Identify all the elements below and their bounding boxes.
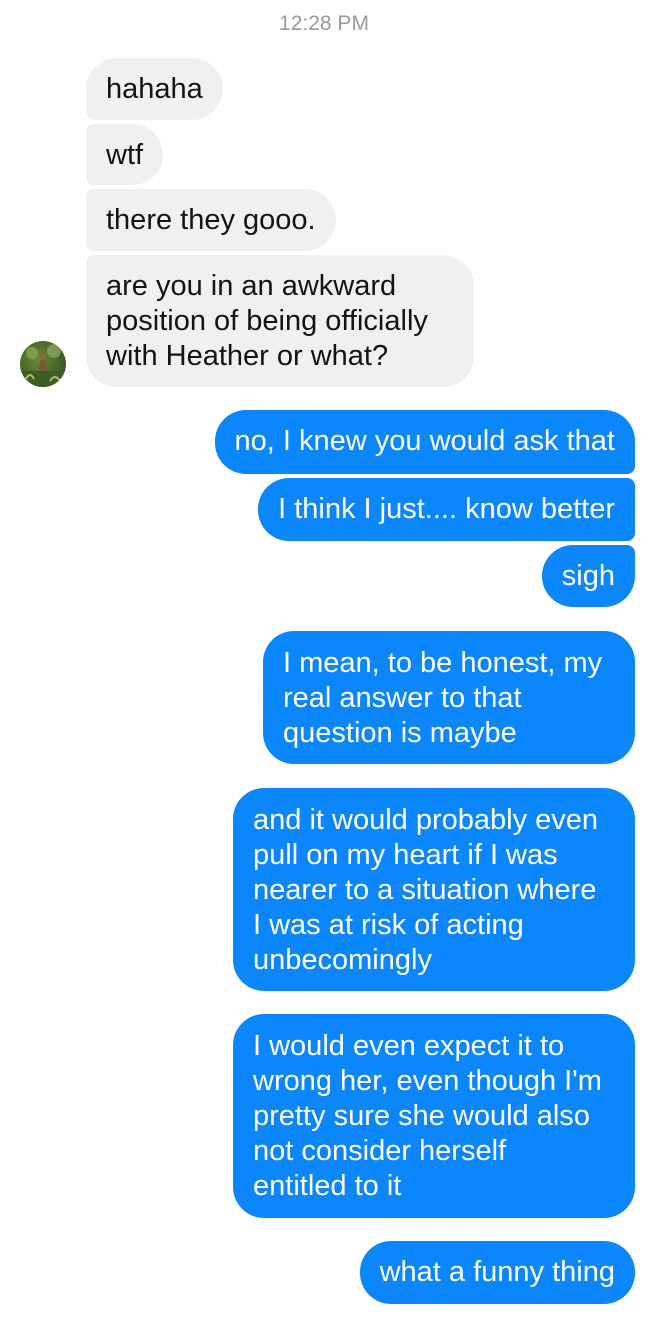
incoming-message[interactable]: are you in an awkward position of being … [86, 255, 474, 387]
avatar-image [20, 344, 66, 387]
contact-avatar[interactable] [20, 341, 66, 387]
outgoing-message[interactable]: I think I just.... know better [258, 478, 635, 541]
outgoing-message[interactable]: I mean, to be honest, my real answer to … [263, 631, 635, 764]
incoming-message[interactable]: hahaha [86, 58, 223, 120]
message-timestamp: 12:28 PM [279, 12, 369, 35]
outgoing-message[interactable]: no, I knew you would ask that [214, 410, 635, 474]
outgoing-message[interactable]: and it would probably even pull on my he… [233, 788, 635, 991]
incoming-message[interactable]: there they gooo. [86, 189, 336, 251]
outgoing-message[interactable]: sigh [541, 545, 635, 607]
chat-screen: 12:28 PM hahaha wtf there they gooo. are… [0, 0, 648, 1320]
outgoing-message[interactable]: what a funny thing [359, 1241, 635, 1304]
incoming-message[interactable]: wtf [86, 124, 164, 185]
outgoing-message[interactable]: I would even expect it to wrong her, eve… [233, 1014, 635, 1218]
